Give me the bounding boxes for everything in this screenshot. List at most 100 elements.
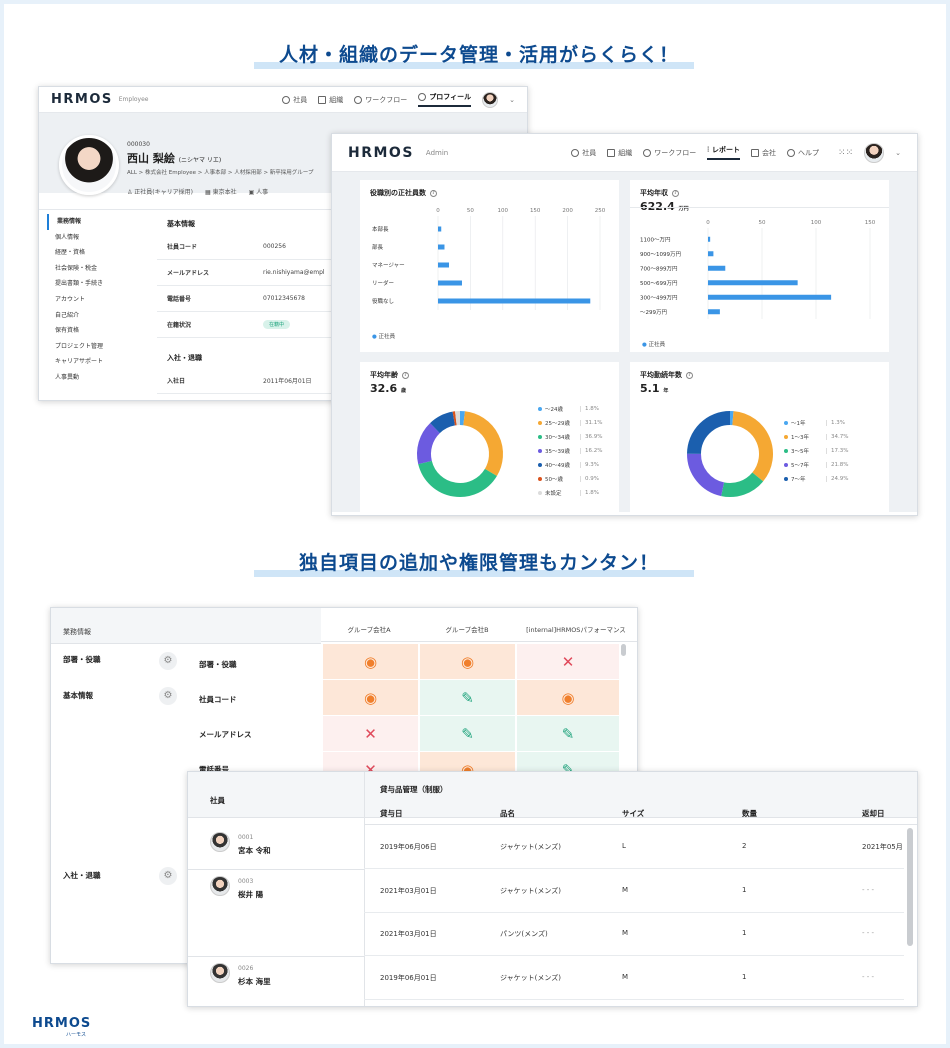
user-avatar[interactable] [864,142,885,163]
table-cell: 2021年05月 [862,843,903,851]
tick-label: 150 [865,220,876,226]
status-badge: 在籍中 [263,320,291,329]
field-label: 電話番号 [167,296,192,303]
sidebar-item-career-support[interactable]: キャリアサポート [47,354,150,370]
employee-name[interactable]: 宮本 令和 [238,845,271,856]
scrollbar[interactable] [907,828,913,946]
permission-view-cell[interactable]: ◉ [323,644,418,679]
help-icon [787,148,796,157]
logo-subtitle: Admin [425,148,449,157]
permission-none-cell[interactable]: ✕ [517,644,619,679]
nav-label: 社員 [293,95,308,104]
sidebar-item-documents[interactable]: 提出書類・手続き [47,276,150,292]
report-body: 役職別の正社員数? 0 50 100 150 200 250 本部長 部長 マネージャー リーダー… [332,172,917,512]
chevron-down-icon[interactable]: ⌄ [509,96,515,104]
table-cell: 1 [742,973,747,981]
legend-label: 未設定 [545,491,562,497]
legend-label: 35〜39歳 [545,449,570,455]
nav-organization[interactable]: 組織 [318,95,343,105]
nav-profile[interactable]: プロフィール [418,92,472,107]
nav-workflow[interactable]: ワークフロー [354,95,407,105]
apps-grid-icon[interactable]: ⁙⁙ [838,148,853,158]
table-cell: 2019年06月01日 [380,974,437,982]
tag-label: 人事 [256,189,269,196]
tick-label: 150 [530,208,541,214]
sidebar-item-career[interactable]: 経歴・資格 [47,245,150,261]
permission-edit-cell[interactable]: ✎ [420,680,515,715]
user-avatar[interactable] [482,91,499,108]
chevron-down-icon[interactable]: ⌄ [895,149,901,157]
legend-dot [538,463,542,467]
eye-icon: ◉ [460,652,475,671]
permission-view-cell[interactable]: ◉ [517,680,619,715]
permission-view-cell[interactable]: ◉ [420,644,515,679]
nav-label: 組織 [618,148,633,157]
sidebar-item-business[interactable]: 業務情報 [47,214,150,230]
hrmos-logo[interactable]: HRMOS [51,92,113,107]
nav-employees[interactable]: 社員 [282,95,307,105]
permission-edit-cell[interactable]: ✎ [517,716,619,751]
employee-name: 西山 梨絵 (ニシヤマ リエ) [127,150,221,166]
legend-item: 25〜29歳 31.1% [538,416,602,430]
gear-icon[interactable]: ⚙ [159,867,177,885]
nav-report[interactable]: ⫶ レポート [707,145,741,160]
sidebar-item-projects[interactable]: プロジェクト管理 [47,339,150,355]
eye-icon: ◉ [561,688,575,707]
nav-organization[interactable]: 組織 [607,148,632,158]
legend-dot [784,449,788,453]
donut-slice [462,411,503,477]
scrollbar[interactable] [621,644,626,656]
employee-name-text: 西山 梨絵 [127,152,175,165]
bar-chart-icon: ⫶ [707,145,710,154]
nav-label: 社員 [582,148,597,157]
nav-help[interactable]: ヘルプ [787,148,819,158]
legend-dot [538,407,542,411]
sidebar-item-qualifications[interactable]: 保有資格 [47,323,150,339]
tick-label: 200 [562,208,573,214]
legend-dot [538,449,542,453]
table-cell: ジャケット(メンズ) [500,843,561,851]
breadcrumb[interactable]: ALL > 株式会社 Employee > 人事本部 > 人材採用部 > 新卒採… [127,168,313,176]
sidebar-item-account[interactable]: アカウント [47,292,150,308]
field-value: 07012345678 [263,295,305,302]
card-value-unit: 歳 [400,388,406,394]
legend-label: 7〜年 [791,477,806,483]
column-divider [364,772,365,1006]
gear-icon[interactable]: ⚙ [159,687,177,705]
sidebar-item-insurance[interactable]: 社会保険・税金 [47,261,150,277]
sidebar-item-personal[interactable]: 個人情報 [47,230,150,246]
table-cell: 1 [742,929,747,937]
sidebar-item-transfer[interactable]: 人事異動 [47,370,150,386]
legend-percent: 0.9% [580,476,599,482]
tick-label: 0 [706,220,710,226]
hrmos-logo[interactable]: HRMOS [348,145,414,161]
legend-label: 5〜7年 [791,463,809,469]
legend-dot [538,421,542,425]
field-value: rie.nishiyama@empl [263,269,325,276]
help-icon[interactable]: ? [686,371,693,379]
field-label: 社員コード [167,244,198,251]
permission-view-cell[interactable]: ◉ [323,680,418,715]
nav-workflow[interactable]: ワークフロー [643,148,696,158]
headline-1-text: 人材・組織のデータ管理・活用がらくらく！ [278,44,679,66]
sidebar-item-intro[interactable]: 自己紹介 [47,308,150,324]
legend-item: 30〜34歳 36.9% [538,430,602,444]
gear-icon[interactable]: ⚙ [159,652,177,670]
perm-left-header [51,608,321,644]
help-icon[interactable]: ? [402,371,409,379]
employee-name[interactable]: 杉本 海里 [238,976,271,987]
table-cell: ジャケット(メンズ) [500,974,561,982]
nav-employees[interactable]: 社員 [571,148,596,158]
donut-slice [721,472,764,497]
donut-legend: 〜24歳 1.8% 25〜29歳 31.1% 30〜34歳 36.9% 35〜39歳 16.2… [538,402,602,500]
column-header: 数量 [742,809,757,818]
permission-edit-cell[interactable]: ✎ [420,716,515,751]
nav-company[interactable]: 会社 [751,148,776,158]
card-position-count: 役職別の正社員数? 0 50 100 150 200 250 本部長 部長 マネージャー リーダー… [360,180,619,352]
permission-none-cell[interactable]: ✕ [323,716,418,751]
help-icon[interactable]: ? [672,189,679,197]
legend-percent: 9.3% [580,462,599,468]
tag-label: 正社員(キャリア採用) [134,189,193,196]
legend-percent: 1.3% [826,420,845,426]
employee-name[interactable]: 桜井 陽 [238,889,263,900]
